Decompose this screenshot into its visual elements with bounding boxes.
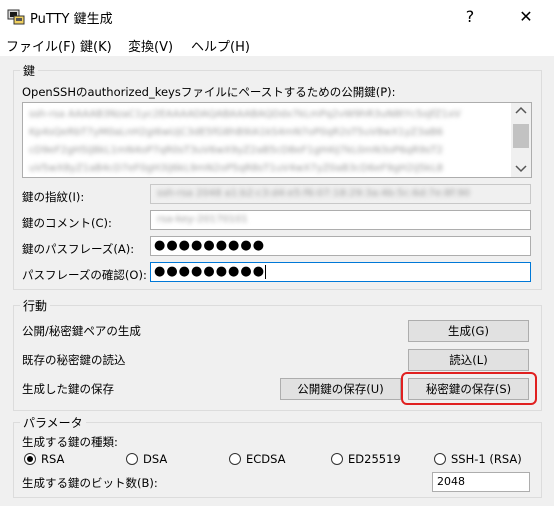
menu-file[interactable]: ファイル(F)	[6, 36, 76, 55]
confirm-passphrase-field[interactable]: ●●●●●●●●●	[150, 262, 531, 282]
generate-label: 公開/秘密鍵ペアの生成	[22, 324, 141, 338]
scroll-up-icon[interactable]	[515, 106, 527, 114]
save-public-key-button[interactable]: 公開鍵の保存(U)	[280, 378, 401, 400]
radio-ssh1-rsa[interactable]	[434, 453, 446, 465]
bits-field[interactable]: 2048	[432, 472, 530, 492]
key-group-legend: 鍵	[23, 64, 36, 78]
public-key-textarea[interactable]: ssh-rsa AAAAB3NzaC1yc2EAAAADAQABAAABAQDd…	[22, 102, 532, 178]
menu-help[interactable]: ヘルプ(H)	[191, 36, 250, 55]
confirm-passphrase-value: ●●●●●●●●●	[154, 264, 266, 279]
fingerprint-field: ssh-rsa 2048 a1:b2:c3:d4:e5:f6:07:18:29:…	[150, 184, 531, 204]
public-key-line: Kp4sQeRbT7yM0aLnH2gI6wUjC3dE5fG8hB9iA1kS…	[29, 127, 443, 138]
fingerprint-value: ssh-rsa 2048 a1:b2:c3:d4:e5:f6:07:18:29:…	[157, 188, 471, 199]
passphrase-field[interactable]: ●●●●●●●●●	[150, 236, 531, 256]
public-key-line: cD9eF2gH5iJ8kL1mN4oP7qR0sT3uV6wX9yZ2aB5c…	[29, 145, 444, 156]
radio-ecdsa[interactable]	[229, 453, 241, 465]
radio-ed25519-label[interactable]: ED25519	[348, 452, 401, 466]
close-button[interactable]: ✕	[506, 2, 546, 30]
radio-ed25519[interactable]	[331, 453, 343, 465]
confirm-passphrase-label: パスフレーズの確認(O):	[22, 268, 147, 282]
key-type-label: 生成する鍵の種類:	[22, 435, 118, 449]
save-label: 生成した鍵の保存	[22, 382, 114, 396]
menu-key[interactable]: 鍵(K)	[80, 36, 112, 55]
radio-dsa-label[interactable]: DSA	[143, 452, 167, 466]
radio-rsa[interactable]	[24, 453, 36, 465]
bits-value: 2048	[437, 475, 465, 488]
radio-rsa-label[interactable]: RSA	[41, 452, 64, 466]
passphrase-value: ●●●●●●●●●	[154, 238, 266, 253]
scrollbar-thumb[interactable]	[513, 124, 529, 148]
radio-dsa[interactable]	[126, 453, 138, 465]
public-key-line: uV5wX8yZ1aB4cD7eF0gH3iJ6kL9mN2oP5qR8sT1u…	[29, 163, 444, 174]
fingerprint-label: 鍵の指紋(I):	[22, 190, 85, 204]
highlight-box	[401, 372, 537, 405]
public-key-label: OpenSSHのauthorized_keysファイルにペーストするための公開鍵…	[22, 85, 396, 99]
load-label: 既存の秘密鍵の読込	[22, 353, 126, 367]
comment-field[interactable]: rsa-key-20170101	[150, 210, 531, 230]
params-group-legend: パラメータ	[23, 416, 83, 430]
load-button[interactable]: 読込(L)	[408, 349, 529, 371]
comment-label: 鍵のコメント(C):	[22, 216, 112, 230]
text-cursor	[265, 264, 267, 279]
generate-button[interactable]: 生成(G)	[408, 320, 529, 342]
comment-value: rsa-key-20170101	[157, 214, 248, 225]
radio-ecdsa-label[interactable]: ECDSA	[246, 452, 286, 466]
bits-label: 生成する鍵のビット数(B):	[22, 476, 158, 490]
window-title: PuTTY 鍵生成	[30, 12, 113, 27]
scroll-down-icon[interactable]	[515, 165, 527, 173]
radio-ssh1-rsa-label[interactable]: SSH-1 (RSA)	[451, 452, 522, 466]
public-key-line: ssh-rsa AAAAB3NzaC1yc2EAAAADAQABAAABAQDd…	[29, 109, 461, 120]
actions-group-legend: 行動	[23, 299, 48, 313]
menu-convert[interactable]: 変換(V)	[128, 36, 173, 55]
putty-icon	[7, 9, 25, 25]
passphrase-label: 鍵のパスフレーズ(A):	[22, 242, 135, 256]
help-button[interactable]: ?	[450, 2, 490, 30]
